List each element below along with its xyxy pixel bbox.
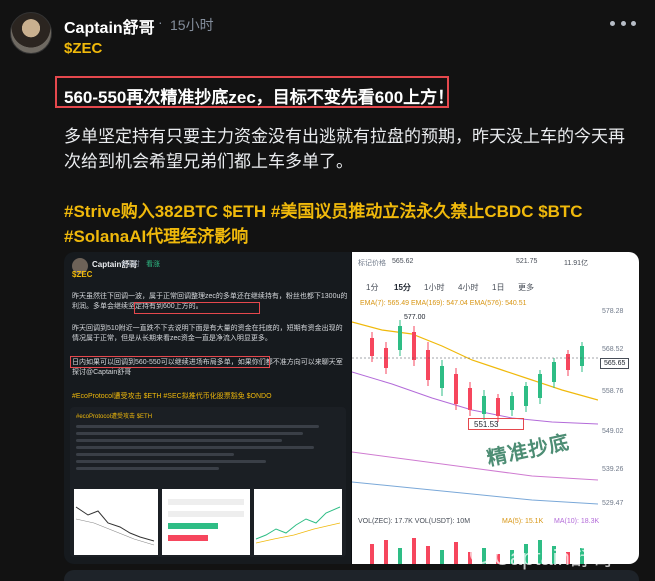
axis-label-3: 558.76 bbox=[602, 388, 624, 395]
coin-tag[interactable]: $ZEC bbox=[64, 40, 102, 57]
axis-label-5: 539.26 bbox=[602, 466, 624, 473]
nested-text-lines bbox=[76, 421, 340, 474]
nested-chart-3 bbox=[254, 489, 342, 555]
stat-right: 11.91亿 bbox=[564, 260, 588, 267]
timeframe-4h[interactable]: 4小时 bbox=[458, 282, 478, 293]
post-hashtags[interactable]: #Strive购入382BTC $ETH #美国议员推动立法永久禁止CBDC $… bbox=[64, 199, 642, 249]
watermark-text: Captain舒哥 bbox=[494, 545, 614, 570]
ema-indicators: EMA(7): 565.49 EMA(169): 547.04 EMA(576)… bbox=[360, 300, 527, 307]
nested-title: #ecoProtocol遭受攻击 $ETH bbox=[76, 414, 153, 420]
inner-highlight-2 bbox=[70, 356, 270, 368]
timeframe-1m[interactable]: 1分 bbox=[366, 282, 378, 293]
inner-sentiment: 看涨 bbox=[146, 261, 160, 268]
volume-indicators: VOL(ZEC): 17.7K VOL(USDT): 10M bbox=[358, 518, 471, 525]
volume-ma5: MA(5): 15.1K bbox=[502, 518, 544, 525]
timeframe-15m[interactable]: 15分 bbox=[394, 282, 411, 293]
author-avatar[interactable] bbox=[10, 12, 52, 54]
axis-label-6: 529.47 bbox=[602, 500, 624, 507]
author-name[interactable]: Captain舒哥 bbox=[64, 14, 155, 38]
nested-post: #ecoProtocol遭受攻击 $ETH bbox=[70, 407, 346, 557]
inner-post-image[interactable]: Captain舒哥 8小时 看涨 $ZEC 昨天虽然往下回调一波，属于正常回调整… bbox=[64, 252, 351, 564]
post-headline: 560-550再次精准抄底zec，目标不变先看600上方！ bbox=[64, 88, 455, 107]
candlestick-chart-image[interactable]: 标记价格 565.62 521.75 11.91亿 1分 15分 1小时 4小时… bbox=[352, 252, 639, 564]
inner-time: 8小时 bbox=[122, 261, 140, 268]
mark-price-label: 标记价格 bbox=[358, 260, 386, 267]
candlestick-plot bbox=[352, 320, 598, 505]
inner-coin-tag: $ZEC bbox=[72, 270, 93, 279]
more-horizontal-icon[interactable] bbox=[610, 18, 636, 28]
stat-mid: 521.75 bbox=[516, 258, 538, 265]
timeframe-more[interactable]: 更多 bbox=[518, 282, 534, 293]
post-time: 15小时 bbox=[170, 17, 214, 33]
mark-price-value: 565.62 bbox=[392, 258, 414, 265]
axis-label-2: 568.52 bbox=[602, 346, 624, 353]
low-price-label: 551.53 bbox=[474, 420, 499, 429]
post-card: Captain舒哥 · 15小时 $ZEC 560-550再次精准抄底zec，目… bbox=[0, 0, 655, 581]
post-media[interactable]: Captain舒哥 8小时 看涨 $ZEC 昨天虽然往下回调一波，属于正常回调整… bbox=[64, 252, 639, 564]
inner-highlight-1 bbox=[134, 302, 260, 314]
nested-chart-2 bbox=[162, 489, 250, 555]
axis-label-4: 549.02 bbox=[602, 428, 624, 435]
volume-ma10: MA(10): 18.3K bbox=[554, 518, 600, 525]
timeframe-1h[interactable]: 1小时 bbox=[424, 282, 444, 293]
watermark-icon bbox=[470, 544, 492, 564]
nested-chart-1 bbox=[74, 489, 158, 555]
separator-dot: · bbox=[158, 14, 163, 30]
inner-hashtags: #EcoProtocol遭受攻击 $ETH #SEC拟推代币化股票豁免 $OND… bbox=[72, 393, 272, 400]
timeframe-1d[interactable]: 1日 bbox=[492, 282, 504, 293]
post-body: 多单坚定持有只要主力资金没有出逃就有拉盘的预期，昨天没上车的今天再次给到机会希望… bbox=[64, 127, 625, 171]
axis-label-1: 578.28 bbox=[602, 308, 624, 315]
inner-paragraph-2: 昨天回调到510附近一直跌不下去说明下面是有大量的资金在托底的，短期有资金出现的… bbox=[72, 325, 343, 342]
current-price-tag: 565.65 bbox=[600, 358, 630, 369]
next-post-edge bbox=[64, 570, 639, 581]
